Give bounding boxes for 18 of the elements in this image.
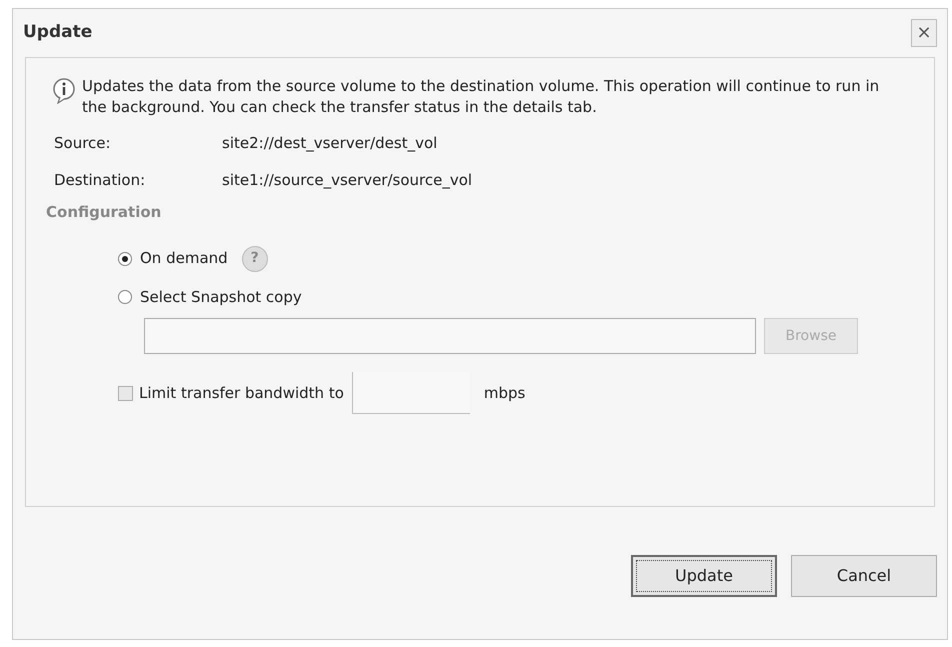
- radio-label: Select Snapshot copy: [140, 286, 302, 308]
- description-text: Updates the data from the source volume to the destination volume. This operation will continue to run in the background. You can check the transfer status in the details tab.: [82, 76, 880, 118]
- close-button[interactable]: ×: [911, 19, 937, 47]
- checkbox-label: Limit transfer bandwidth to: [139, 382, 344, 404]
- field-value: site1://source_vserver/source_vol: [222, 170, 472, 190]
- section-title: Configuration: [46, 202, 162, 223]
- unit-label: mbps: [484, 382, 526, 404]
- checkbox[interactable]: [118, 386, 133, 400]
- radio-label: On demand: [140, 248, 228, 270]
- field-value: site2://dest_vserver/dest_vol: [222, 133, 438, 154]
- dialog-button[interactable]: Update: [631, 555, 777, 597]
- radio-button[interactable]: [118, 290, 132, 304]
- dialog-button[interactable]: Cancel: [791, 555, 937, 597]
- field-label: Source:: [54, 133, 112, 154]
- field-label: Destination:: [54, 170, 146, 190]
- info-icon: [52, 78, 76, 104]
- radio-button[interactable]: [118, 252, 132, 266]
- window-title: Update: [23, 21, 92, 44]
